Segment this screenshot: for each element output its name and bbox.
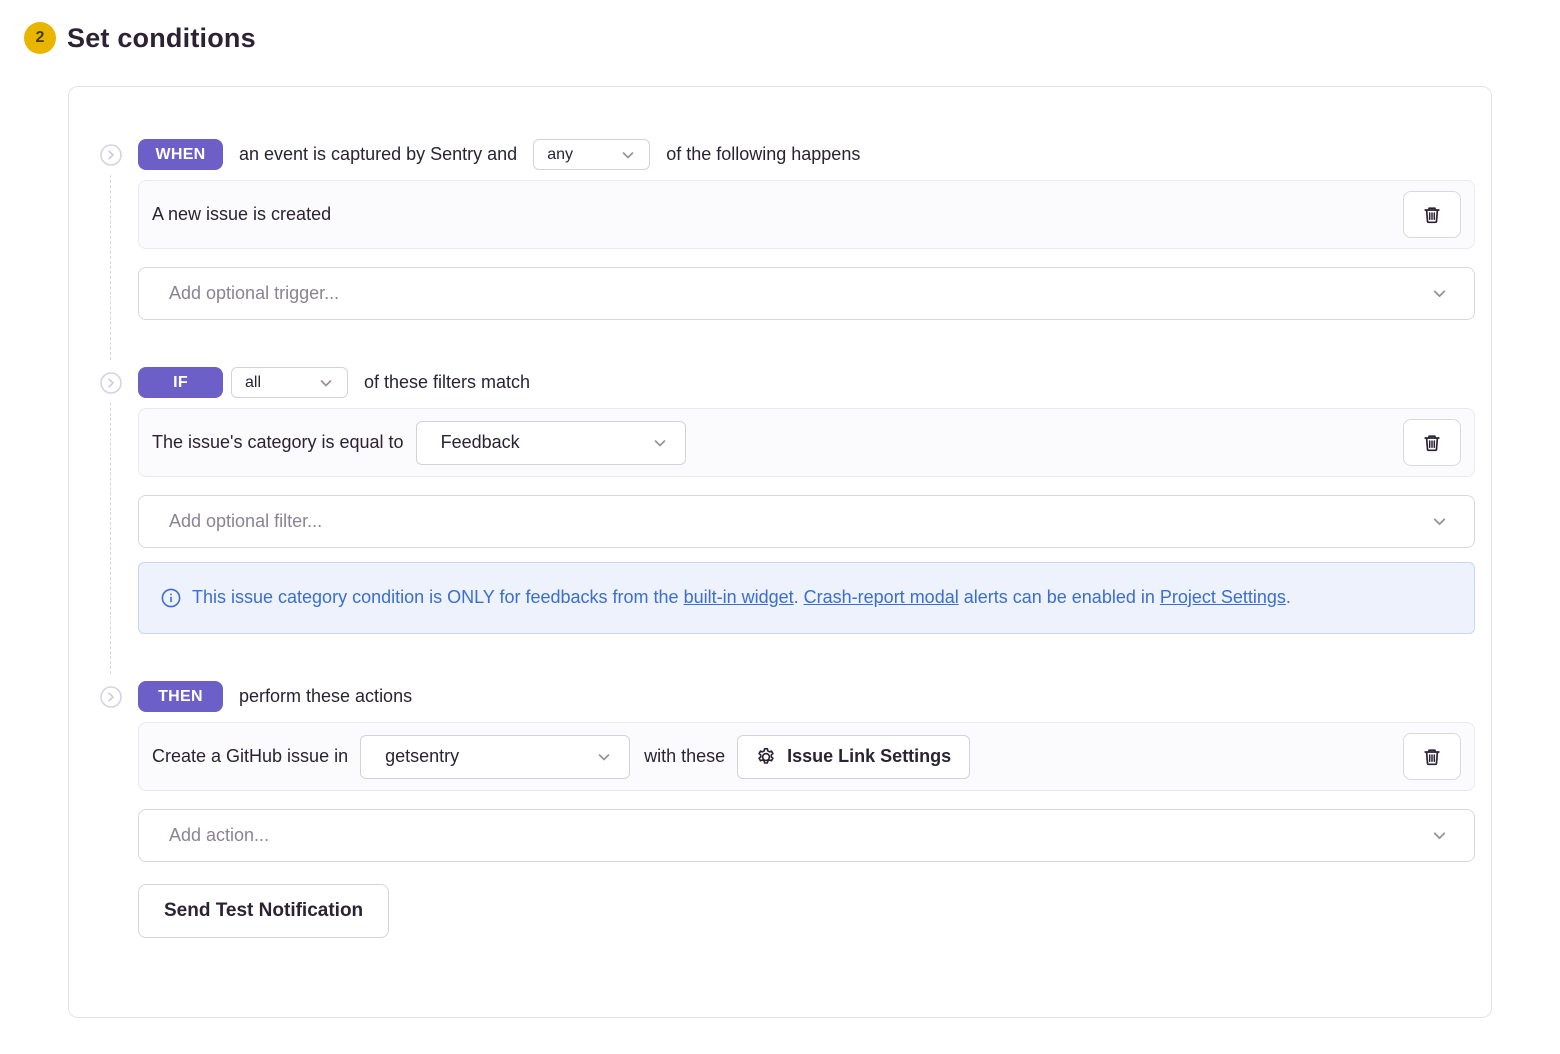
chevron-down-icon: [596, 749, 612, 765]
info-text-segment: alerts can be enabled in: [959, 587, 1160, 607]
trigger-rule-label: A new issue is created: [152, 204, 331, 225]
when-text-before: an event is captured by Sentry and: [239, 144, 517, 165]
if-header: IF all of these filters match: [100, 367, 1475, 398]
info-icon: [161, 588, 181, 608]
built-in-widget-link[interactable]: built-in widget: [684, 587, 794, 607]
then-text-after: perform these actions: [239, 686, 412, 707]
if-badge: IF: [138, 367, 223, 398]
chevron-circle-icon: [100, 372, 122, 394]
trash-icon: [1422, 433, 1442, 453]
delete-action-button[interactable]: [1403, 733, 1461, 780]
chevron-down-icon: [1431, 827, 1448, 844]
when-frequency-value: any: [547, 146, 573, 164]
info-alert-text: This issue category condition is ONLY fo…: [192, 582, 1291, 613]
if-section: IF all of these filters match The issue'…: [100, 367, 1475, 634]
chevron-down-icon: [318, 375, 334, 391]
info-text-segment: .: [794, 587, 804, 607]
then-badge: THEN: [138, 681, 223, 712]
page-title: Set conditions: [67, 23, 256, 54]
when-body: A new issue is created Add optional trig…: [138, 180, 1475, 320]
crash-report-modal-link[interactable]: Crash-report modal: [804, 587, 959, 607]
action-rule-row: Create a GitHub issue in getsentry with …: [138, 722, 1475, 791]
if-body: The issue's category is equal to Feedbac…: [138, 408, 1475, 634]
set-conditions-page: 2 Set conditions WHEN an event is captur…: [0, 0, 1560, 1018]
action-middle-text: with these: [644, 746, 725, 767]
filter-category-value: Feedback: [441, 432, 520, 453]
then-section: THEN perform these actions Create a GitH…: [100, 681, 1475, 938]
chevron-down-icon: [1431, 285, 1448, 302]
send-test-notification-button[interactable]: Send Test Notification: [138, 884, 389, 938]
filter-rule-row: The issue's category is equal to Feedbac…: [138, 408, 1475, 477]
if-match-select[interactable]: all: [231, 367, 348, 398]
project-settings-link[interactable]: Project Settings: [1160, 587, 1286, 607]
page-heading: 2 Set conditions: [24, 22, 1560, 54]
when-frequency-select[interactable]: any: [533, 139, 650, 170]
trash-icon: [1422, 747, 1442, 767]
filter-rule-label: The issue's category is equal to: [152, 432, 404, 453]
then-header: THEN perform these actions: [100, 681, 1475, 712]
add-filter-placeholder: Add optional filter...: [169, 511, 322, 532]
when-badge: WHEN: [138, 139, 223, 170]
issue-link-settings-button[interactable]: Issue Link Settings: [737, 735, 970, 779]
feedback-info-alert: This issue category condition is ONLY fo…: [138, 562, 1475, 634]
then-body: Create a GitHub issue in getsentry with …: [138, 722, 1475, 938]
trash-icon: [1422, 205, 1442, 225]
when-header: WHEN an event is captured by Sentry and …: [100, 139, 1475, 170]
when-section: WHEN an event is captured by Sentry and …: [100, 139, 1475, 320]
repo-select[interactable]: getsentry: [360, 735, 630, 779]
info-text-segment: .: [1286, 587, 1291, 607]
chevron-circle-icon: [100, 686, 122, 708]
chevron-down-icon: [1431, 513, 1448, 530]
gear-icon: [756, 747, 776, 767]
repo-value: getsentry: [385, 746, 459, 767]
if-match-value: all: [245, 374, 261, 392]
if-text-after: of these filters match: [364, 372, 530, 393]
trigger-rule-row: A new issue is created: [138, 180, 1475, 249]
add-action-placeholder: Add action...: [169, 825, 269, 846]
chevron-down-icon: [620, 147, 636, 163]
add-trigger-select[interactable]: Add optional trigger...: [138, 267, 1475, 320]
filter-category-select[interactable]: Feedback: [416, 421, 686, 465]
conditions-card: WHEN an event is captured by Sentry and …: [68, 86, 1492, 1018]
add-filter-select[interactable]: Add optional filter...: [138, 495, 1475, 548]
chevron-circle-icon: [100, 144, 122, 166]
delete-filter-button[interactable]: [1403, 419, 1461, 466]
action-rule-label: Create a GitHub issue in: [152, 746, 348, 767]
when-text-after: of the following happens: [666, 144, 860, 165]
info-text-segment: This issue category condition is ONLY fo…: [192, 587, 684, 607]
step-number-badge: 2: [24, 22, 56, 54]
issue-link-settings-label: Issue Link Settings: [787, 746, 951, 767]
chevron-down-icon: [652, 435, 668, 451]
add-action-select[interactable]: Add action...: [138, 809, 1475, 862]
add-trigger-placeholder: Add optional trigger...: [169, 283, 339, 304]
delete-trigger-button[interactable]: [1403, 191, 1461, 238]
